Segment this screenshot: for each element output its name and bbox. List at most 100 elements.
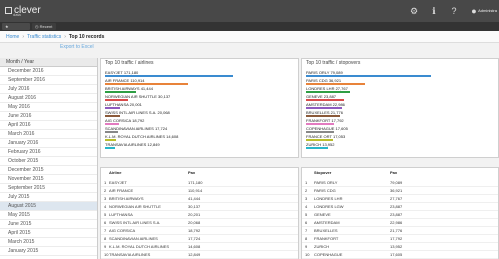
stopover-bar — [306, 131, 334, 133]
table-row[interactable]: 5 GENEVE 23,887 — [302, 211, 498, 219]
table-row[interactable]: 9 K.L.M. ROYAL DUTCH AIRLINES 14,608 — [101, 243, 298, 251]
help-icon[interactable]: ? — [449, 6, 459, 16]
breadcrumb: Home › Traffic statistics › Top 10 records — [0, 31, 499, 43]
airline-bar — [105, 131, 118, 133]
stopovers-table-panel: Stopover Pax 1 PARIS ORLY 79,089 2 PARIS CDG 36… — [301, 167, 499, 259]
table-row[interactable]: 6 AMSTERDAM 22,986 — [302, 219, 498, 227]
pax-cell: 21,776 — [390, 228, 403, 233]
sidebar-item-month[interactable]: July 2015 — [0, 193, 97, 202]
sidebar-item-month[interactable]: December 2016 — [0, 67, 97, 76]
table-row[interactable]: 8 FRANKFORT 17,792 — [302, 235, 498, 243]
name-cell: LUFTHANSA — [109, 212, 133, 217]
sidebar-item-month[interactable]: June 2015 — [0, 220, 97, 229]
tab-recent[interactable]: ◷ Recent — [32, 23, 56, 30]
info-icon[interactable]: ℹ — [429, 6, 439, 16]
stopover-bar — [306, 75, 431, 77]
name-cell: SCANDINAVIAN AIRLINES — [109, 236, 158, 241]
sidebar-item-month[interactable]: December 2015 — [0, 166, 97, 175]
table-row[interactable]: 3 LONDRES LHR 27,767 — [302, 195, 498, 203]
airlines-header-name[interactable]: Airline — [109, 168, 121, 177]
table-row[interactable]: 5 LUFTHANSA 20,201 — [101, 211, 298, 219]
table-row[interactable]: 8 SCANDINAVIAN AIRLINES 17,724 — [101, 235, 298, 243]
pax-cell: 30,137 — [188, 204, 201, 209]
table-row[interactable]: 2 AIR FRANCE 110,914 — [101, 187, 298, 195]
stopovers-header-pax[interactable]: Pax — [390, 168, 397, 177]
rank-cell: 1 — [104, 180, 107, 185]
name-cell: AMSTERDAM — [314, 220, 340, 225]
table-row[interactable]: 3 BRITISH AIRWAYS 41,444 — [101, 195, 298, 203]
tab-favourites[interactable]: ★ Favourites — [2, 23, 30, 36]
gear-icon[interactable]: ⚙ — [409, 6, 419, 16]
rank-cell: 8 — [104, 236, 107, 241]
sidebar-item-month[interactable]: September 2016 — [0, 76, 97, 85]
name-cell: SWISS INTL AIR LINES S.A. — [109, 220, 161, 225]
sidebar-item-month[interactable]: March 2015 — [0, 238, 97, 247]
name-cell: AIR FRANCE — [109, 188, 134, 193]
logo-mark-icon — [5, 7, 12, 14]
sidebar-item-month[interactable]: April 2016 — [0, 121, 97, 130]
sidebar-item-month[interactable]: February 2016 — [0, 148, 97, 157]
sidebar-item-month[interactable]: June 2016 — [0, 112, 97, 121]
table-row[interactable]: 1 PARIS ORLY 79,089 — [302, 179, 498, 187]
stopover-bar — [306, 139, 333, 141]
rank-cell: 4 — [104, 204, 107, 209]
airlines-header-pax[interactable]: Pax — [188, 168, 195, 177]
sidebar-item-month[interactable]: January 2016 — [0, 139, 97, 148]
stopovers-header-name[interactable]: Stopover — [314, 168, 331, 177]
table-row[interactable]: 9 ZURICH 13,952 — [302, 243, 498, 251]
sidebar-item-month[interactable]: April 2015 — [0, 229, 97, 238]
pax-cell: 12,849 — [188, 252, 201, 257]
rank-cell: 10 — [305, 252, 310, 257]
admin-label[interactable]: Administra — [478, 8, 497, 13]
airline-bar — [105, 115, 120, 117]
sidebar-item-month[interactable]: May 2016 — [0, 103, 97, 112]
breadcrumb-separator: › — [64, 34, 66, 40]
table-row[interactable]: 4 NORWEGIAN AIR SHUTTLE 30,137 — [101, 203, 298, 211]
stopover-bar — [306, 107, 342, 109]
airline-bar — [105, 147, 115, 149]
table-row[interactable]: 10 TRANSAVIA AIRLINES 12,849 — [101, 251, 298, 259]
pax-cell: 14,608 — [188, 244, 201, 249]
breadcrumb-home[interactable]: Home — [6, 34, 19, 40]
sidebar-item-month[interactable]: October 2015 — [0, 157, 97, 166]
table-row[interactable]: 7 BRUXELLES 21,776 — [302, 227, 498, 235]
pax-cell: 36,921 — [390, 188, 403, 193]
pax-cell: 27,767 — [390, 196, 403, 201]
sidebar-item-month[interactable]: September 2015 — [0, 184, 97, 193]
rank-cell: 9 — [104, 244, 107, 249]
pax-cell: 18,792 — [188, 228, 201, 233]
logo[interactable]: clever — [5, 4, 43, 18]
sidebar-item-month[interactable]: May 2015 — [0, 211, 97, 220]
name-cell: LONDRES LHR — [314, 196, 343, 201]
sidebar-item-month[interactable]: March 2016 — [0, 130, 97, 139]
table-row[interactable]: 7 AIG CORSICA 18,792 — [101, 227, 298, 235]
rank-cell: 7 — [104, 228, 107, 233]
table-row[interactable]: 10 COPENHAGUE 17,605 — [302, 251, 498, 259]
table-row[interactable]: 2 PARIS CDG 36,921 — [302, 187, 498, 195]
name-cell: AIG CORSICA — [109, 228, 136, 233]
pax-cell: 79,089 — [390, 180, 403, 185]
table-row[interactable]: 4 LONDRES LGW 23,887 — [302, 203, 498, 211]
sidebar-item-month[interactable]: August 2015 — [0, 202, 97, 211]
sidebar-item-month[interactable]: January 2015 — [0, 247, 97, 256]
name-cell: BRITISH AIRWAYS — [109, 196, 144, 201]
breadcrumb-traffic[interactable]: Traffic statistics — [27, 34, 61, 40]
airline-bar — [105, 75, 233, 77]
sidebar-item-month[interactable]: August 2016 — [0, 94, 97, 103]
export-link[interactable]: Export to Excel — [60, 44, 94, 50]
pax-cell: 20,201 — [188, 212, 201, 217]
rank-cell: 6 — [305, 220, 308, 225]
stopover-bar — [306, 83, 365, 85]
name-cell: COPENHAGUE — [314, 252, 343, 257]
name-cell: LONDRES LGW — [314, 204, 344, 209]
stopover-bar — [306, 115, 340, 117]
sidebar-item-month[interactable]: July 2016 — [0, 85, 97, 94]
table-row[interactable]: 1 EASYJET 171,180 — [101, 179, 298, 187]
airline-bar — [105, 139, 116, 141]
rank-cell: 6 — [104, 220, 107, 225]
pax-cell: 110,914 — [188, 188, 203, 193]
pax-cell: 22,986 — [390, 220, 403, 225]
table-row[interactable]: 6 SWISS INTL AIR LINES S.A. 20,068 — [101, 219, 298, 227]
sidebar-item-month[interactable]: November 2015 — [0, 175, 97, 184]
clock-icon: ◷ — [35, 24, 39, 29]
